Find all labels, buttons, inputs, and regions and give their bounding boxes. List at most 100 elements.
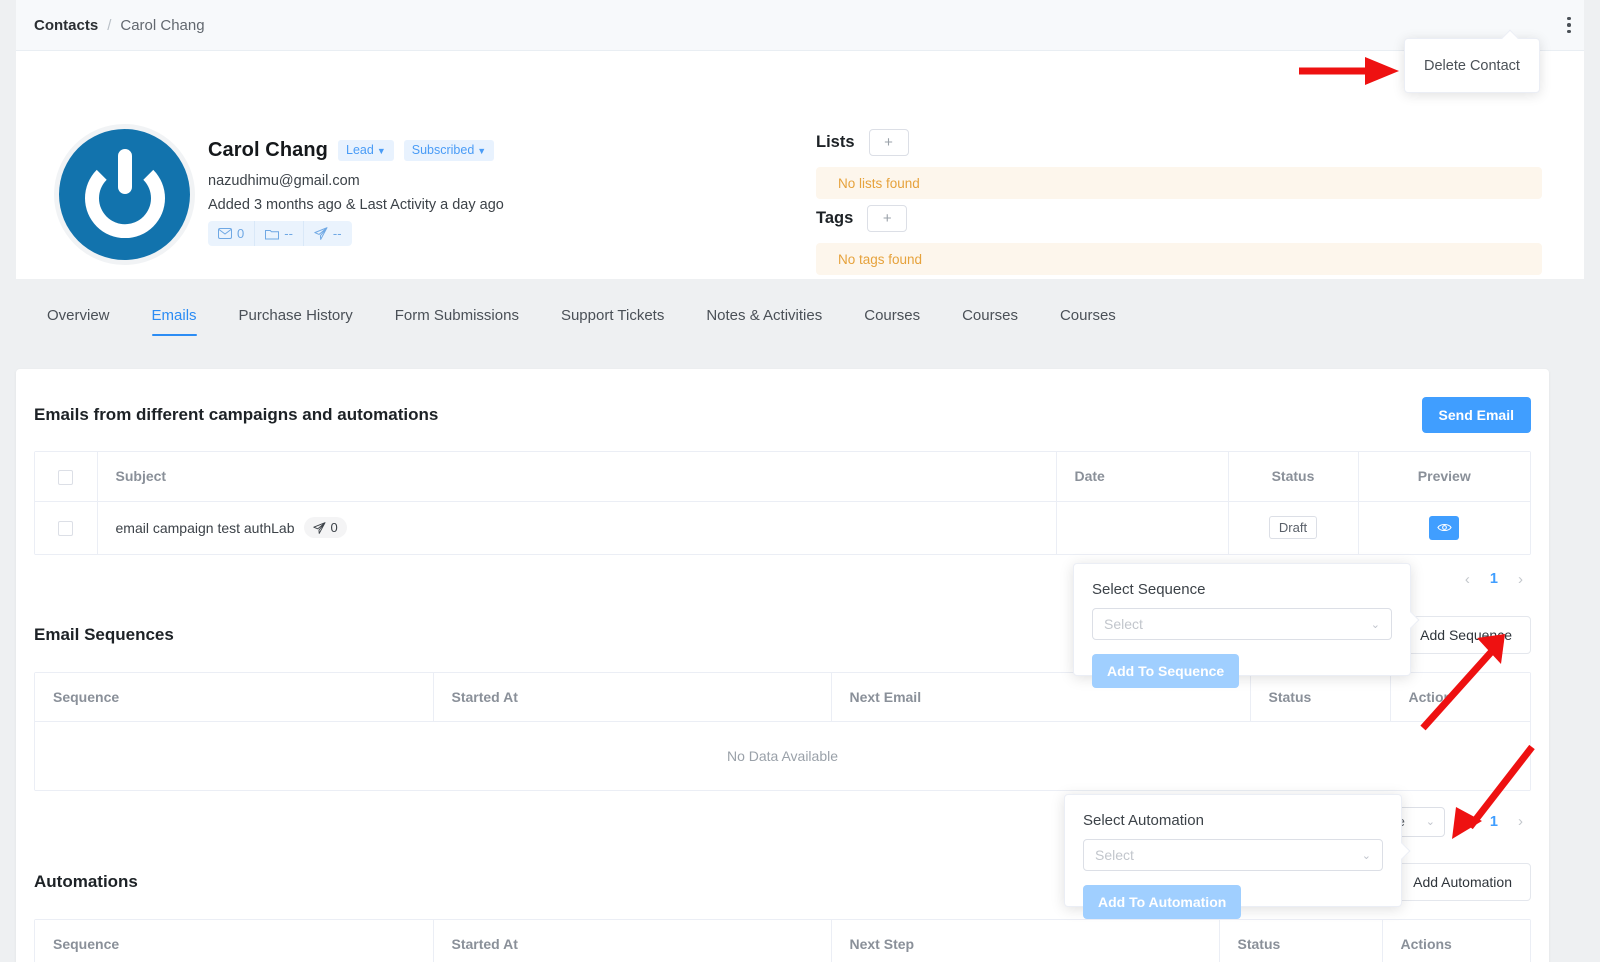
emails-next-page-button[interactable]: › — [1514, 571, 1527, 588]
delete-contact-menu[interactable]: Delete Contact — [1404, 29, 1540, 93]
stat-folders[interactable]: -- — [255, 221, 304, 246]
automations-section-title: Automations — [34, 871, 138, 891]
emails-col-preview: Preview — [1357, 452, 1530, 502]
sequences-prev-page-button[interactable]: ‹ — [1461, 813, 1474, 830]
lead-status-label: Lead — [346, 143, 374, 157]
chevron-down-icon: ⌄ — [1425, 816, 1435, 829]
power-stem-icon — [117, 149, 132, 194]
add-list-button[interactable]: + — [868, 129, 909, 156]
chevron-down-icon: ▼ — [477, 146, 487, 156]
emails-table: Subject Date Status Preview email campai… — [35, 452, 1530, 555]
sequences-table: Sequence Started At Next Email Status Ac… — [35, 672, 1530, 791]
tab-courses-3[interactable]: Courses — [1039, 303, 1137, 336]
envelope-icon — [218, 228, 232, 239]
paper-plane-icon — [314, 227, 328, 240]
lead-status-dropdown[interactable]: Lead ▼ — [338, 140, 394, 161]
add-automation-button[interactable]: Add Automation — [1394, 862, 1531, 901]
contact-header-card: Carol Chang Lead ▼ Subscribed ▼ nazudhimu@… — [16, 51, 1584, 279]
sequences-empty-text: No Data Available — [35, 721, 1530, 791]
chevron-down-icon: ▼ — [376, 146, 386, 156]
select-automation-placeholder: Select — [1095, 847, 1134, 863]
folder-icon — [265, 229, 280, 239]
table-row[interactable]: email campaign test authLab 0 Draft — [35, 501, 1530, 555]
paper-plane-icon — [312, 521, 325, 534]
add-to-sequence-button[interactable]: Add To Sequence — [1092, 654, 1240, 688]
automations-col-sequence: Sequence — [35, 919, 433, 962]
delete-contact-menu-item[interactable]: Delete Contact — [1424, 58, 1520, 74]
preview-button[interactable] — [1429, 515, 1460, 540]
automations-col-next-step: Next Step — [830, 919, 1219, 962]
contact-stat-chips: 0 -- -- — [208, 221, 352, 246]
sequences-table-wrapper: Sequence Started At Next Email Status Ac… — [34, 671, 1531, 791]
contact-name-row: Carol Chang Lead ▼ Subscribed ▼ — [208, 139, 495, 162]
automations-table: Sequence Started At Next Step Status Act… — [35, 919, 1530, 962]
automations-col-actions: Actions — [1381, 919, 1530, 962]
emails-prev-page-button[interactable]: ‹ — [1461, 571, 1474, 588]
tab-support-tickets[interactable]: Support Tickets — [540, 303, 685, 336]
select-automation-input[interactable]: Select ⌄ — [1083, 839, 1383, 871]
row-checkbox[interactable] — [58, 521, 74, 537]
tags-title: Tags — [816, 209, 854, 227]
contact-tabs: Overview Emails Purchase History Form Su… — [16, 303, 1584, 351]
stat-sends-value: -- — [332, 226, 342, 241]
contact-meta: Added 3 months ago & Last Activity a day… — [208, 197, 504, 213]
breadcrumb-bar: Contacts / Carol Chang — [16, 0, 1584, 51]
tab-emails[interactable]: Emails — [131, 303, 218, 336]
status-badge: Draft — [1268, 516, 1318, 540]
emails-section-title: Emails from different campaigns and auto… — [34, 405, 439, 424]
sequences-col-sequence: Sequence — [35, 672, 433, 722]
emails-table-wrapper: Subject Date Status Preview email campai… — [34, 451, 1531, 555]
lists-tags-panel: Lists + No lists found Tags + No tags fo… — [816, 129, 1542, 275]
breadcrumb-root[interactable]: Contacts — [34, 17, 98, 34]
emails-col-status: Status — [1227, 452, 1358, 502]
select-automation-label: Select Automation — [1083, 812, 1204, 829]
contact-email: nazudhimu@gmail.com — [208, 173, 360, 189]
tab-courses-2[interactable]: Courses — [941, 303, 1039, 336]
automations-table-header-row: Sequence Started At Next Step Status Act… — [35, 919, 1530, 962]
more-vertical-icon[interactable] — [1556, 10, 1582, 40]
row-send-count-chip: 0 — [303, 517, 347, 539]
stat-folders-value: -- — [284, 226, 293, 241]
sequences-section-title: Email Sequences — [34, 624, 174, 644]
row-status-cell: Draft — [1227, 501, 1358, 555]
subscribed-status-label: Subscribed — [411, 143, 475, 157]
emails-col-subject: Subject — [96, 452, 1056, 502]
automations-col-started-at: Started At — [432, 919, 831, 962]
select-automation-popover: Select Automation Select ⌄ Add To Automa… — [1064, 794, 1411, 919]
tab-form-submissions[interactable]: Form Submissions — [374, 303, 540, 336]
sequences-col-action: Action — [1389, 672, 1530, 722]
select-all-checkbox[interactable] — [58, 469, 74, 485]
stat-emails-value: 0 — [237, 226, 245, 241]
lists-empty-text: No lists found — [838, 175, 920, 191]
tags-header: Tags + — [816, 205, 1542, 232]
select-sequence-popover: Select Sequence Select ⌄ Add To Sequence — [1073, 563, 1420, 688]
add-to-automation-button[interactable]: Add To Automation — [1083, 885, 1242, 919]
lists-empty-banner: No lists found — [816, 167, 1542, 199]
sequences-next-page-button[interactable]: › — [1514, 813, 1527, 830]
tab-notes-activities[interactable]: Notes & Activities — [685, 303, 843, 336]
sequences-col-started-at: Started At — [432, 672, 831, 722]
add-sequence-button[interactable]: Add Sequence — [1401, 615, 1531, 654]
select-sequence-input[interactable]: Select ⌄ — [1092, 608, 1392, 640]
send-email-button[interactable]: Send Email — [1421, 397, 1531, 433]
tab-overview[interactable]: Overview — [26, 303, 131, 336]
select-sequence-placeholder: Select — [1104, 616, 1143, 632]
contact-name: Carol Chang — [208, 139, 328, 161]
kebab-dot — [1567, 16, 1571, 21]
tags-empty-text: No tags found — [838, 251, 923, 267]
tab-purchase-history[interactable]: Purchase History — [218, 303, 374, 336]
row-date-cell — [1055, 501, 1228, 555]
kebab-dot — [1567, 23, 1571, 27]
lists-title: Lists — [816, 133, 855, 151]
breadcrumb-separator: / — [107, 16, 112, 34]
emails-page-1[interactable]: 1 — [1490, 571, 1498, 587]
stat-emails[interactable]: 0 — [208, 221, 256, 246]
automations-table-wrapper: Sequence Started At Next Step Status Act… — [34, 918, 1531, 962]
subscribed-status-dropdown[interactable]: Subscribed ▼ — [403, 140, 495, 161]
breadcrumb-current: Carol Chang — [120, 16, 205, 34]
tab-courses-1[interactable]: Courses — [843, 303, 941, 336]
tags-empty-banner: No tags found — [816, 243, 1542, 275]
sequences-page-1[interactable]: 1 — [1490, 814, 1498, 830]
add-tag-button[interactable]: + — [867, 205, 908, 232]
stat-sends[interactable]: -- — [304, 221, 352, 246]
